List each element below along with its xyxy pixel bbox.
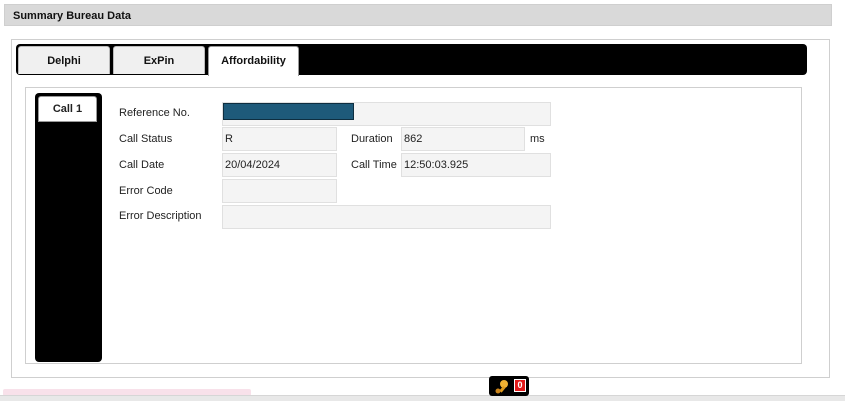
tab-affordability[interactable]: Affordability	[208, 46, 299, 76]
duration-unit: ms	[530, 133, 545, 145]
call-tab-bar	[35, 93, 102, 362]
error-description-label: Error Description	[119, 210, 202, 222]
call-date-label: Call Date	[119, 159, 165, 171]
tab-expin[interactable]: ExPin	[113, 46, 205, 74]
tab-delphi[interactable]: Delphi	[18, 46, 110, 74]
tab-call-1[interactable]: Call 1	[38, 96, 97, 122]
error-code-label: Error Code	[119, 185, 173, 197]
call-date-field[interactable]: 20/04/2024	[222, 153, 337, 177]
duration-field[interactable]: 862	[401, 127, 525, 151]
error-description-field[interactable]	[222, 205, 551, 229]
call-status-label: Call Status	[119, 133, 173, 145]
notifications-button[interactable]: 0	[489, 376, 529, 396]
section-header: Summary Bureau Data	[4, 4, 832, 26]
reference-label: Reference No.	[119, 107, 190, 119]
call-status-field[interactable]: R	[222, 127, 337, 151]
error-code-field[interactable]	[222, 179, 337, 203]
section-title: Summary Bureau Data	[13, 10, 131, 22]
pin-icon	[493, 379, 511, 395]
call-time-label: Call Time	[351, 159, 397, 171]
status-bar	[0, 395, 845, 401]
call-time-field[interactable]: 12:50:03.925	[401, 153, 551, 177]
duration-label: Duration	[351, 133, 393, 145]
notification-count-badge: 0	[514, 379, 526, 392]
reference-redaction	[223, 103, 354, 120]
